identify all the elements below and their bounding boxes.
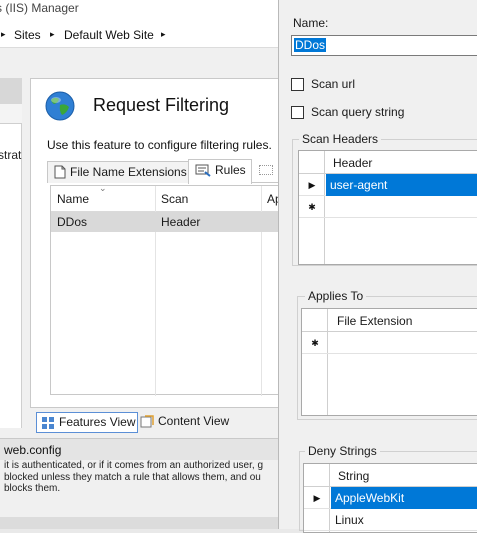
- feature-tabs: File Name Extensions Rules: [47, 159, 280, 184]
- page-description: Use this feature to configure filtering …: [47, 138, 272, 152]
- rules-icon: [195, 164, 211, 177]
- new-row-icon: ✱: [308, 202, 316, 212]
- new-row[interactable]: ✱: [299, 196, 477, 218]
- pane-toolbar: [0, 104, 22, 124]
- view-tabs: Features View Content View: [30, 408, 280, 436]
- features-view-icon: [42, 417, 54, 429]
- name-input-value: DDos: [294, 38, 327, 52]
- grid-cell[interactable]: user-agent: [326, 174, 477, 196]
- column-header-string[interactable]: String: [338, 469, 369, 483]
- table-row[interactable]: ▶ user-agent: [299, 174, 477, 196]
- new-row[interactable]: ✱: [302, 332, 477, 354]
- row-header-column: [302, 309, 328, 415]
- scan-headers-grid[interactable]: Header ▶ user-agent ✱: [298, 150, 477, 265]
- applies-to-grid[interactable]: File Extension ✱: [301, 308, 477, 416]
- edit-filtering-rule-dialog: Name: DDos Scan url Scan query string Sc…: [278, 0, 477, 533]
- grid-header: File Extension: [302, 309, 477, 332]
- title-bar: s (IIS) Manager: [0, 0, 280, 22]
- chevron-right-icon: ▸: [50, 29, 55, 39]
- iis-manager-window: s (IIS) Manager ▸ Sites ▸ Default Web Si…: [0, 0, 280, 529]
- more-tabs-icon[interactable]: [259, 165, 273, 175]
- grid-header: ⌄ Name Scan Ap: [51, 183, 280, 212]
- scan-url-checkbox[interactable]: Scan url: [291, 77, 431, 93]
- sort-down-icon: ⌄: [99, 183, 107, 193]
- group-title: Deny Strings: [305, 444, 380, 458]
- checkbox-icon: [291, 78, 304, 91]
- name-label: Name:: [293, 16, 329, 30]
- scan-headers-group: Scan Headers Header ▶ user-agent ✱: [292, 132, 477, 266]
- scan-query-string-checkbox[interactable]: Scan query string: [291, 105, 431, 121]
- content-view-button[interactable]: Content View: [136, 412, 246, 433]
- globe-icon: [45, 91, 75, 121]
- breadcrumb-default-web-site[interactable]: Default Web Site: [64, 28, 154, 42]
- current-row-icon: ▶: [313, 493, 321, 503]
- rules-grid: ⌄ Name Scan Ap DDos Header: [50, 183, 280, 396]
- grid-cell[interactable]: AppleWebKit: [331, 487, 477, 509]
- tree-item-text[interactable]: strat: [0, 148, 21, 162]
- table-row[interactable]: DDos Header: [51, 212, 280, 232]
- column-header-file-extension[interactable]: File Extension: [337, 314, 412, 328]
- row-scan: Header: [161, 215, 201, 229]
- deny-strings-grid[interactable]: String ▶ AppleWebKit Linux: [303, 463, 477, 533]
- name-input[interactable]: DDos: [291, 35, 477, 56]
- pane-header: [0, 78, 22, 104]
- deny-strings-group: Deny Strings String ▶ AppleWebKit Linux: [299, 444, 477, 533]
- group-title: Scan Headers: [299, 132, 382, 146]
- chevron-right-icon: ▸: [1, 29, 6, 39]
- document-icon: [54, 165, 66, 179]
- features-view-button[interactable]: Features View: [36, 412, 138, 433]
- group-title: Applies To: [305, 289, 367, 303]
- column-header-name[interactable]: Name: [57, 192, 89, 206]
- window-title: s (IIS) Manager: [0, 1, 79, 15]
- config-path-bar: web.config: [0, 438, 280, 460]
- grid-cell[interactable]: Linux: [331, 509, 477, 531]
- table-row[interactable]: Linux: [304, 509, 477, 531]
- tab-rules[interactable]: Rules: [188, 159, 252, 184]
- breadcrumb: ▸ Sites ▸ Default Web Site ▸: [0, 22, 280, 48]
- column-header-scan[interactable]: Scan: [161, 192, 188, 206]
- applies-to-group: Applies To File Extension ✱: [297, 289, 477, 420]
- column-header-header[interactable]: Header: [333, 156, 372, 170]
- config-file-label: web.config: [4, 443, 62, 457]
- feature-help-text: it is authenticated, or if it comes from…: [4, 460, 264, 494]
- connections-pane: strat: [0, 78, 22, 428]
- chevron-right-icon[interactable]: ▸: [161, 29, 166, 40]
- checkbox-icon: [291, 106, 304, 119]
- new-row-icon: ✱: [311, 338, 319, 348]
- row-name: DDos: [57, 215, 88, 229]
- table-row[interactable]: ▶ AppleWebKit: [304, 487, 477, 509]
- tab-file-name-extensions[interactable]: File Name Extensions: [47, 161, 189, 183]
- status-bar: [0, 517, 280, 529]
- page-title: Request Filtering: [93, 95, 230, 115]
- current-row-icon: ▶: [308, 180, 316, 190]
- content-view-icon: [140, 415, 154, 428]
- request-filtering-panel: Request Filtering Use this feature to co…: [30, 78, 280, 408]
- breadcrumb-sites[interactable]: Sites: [14, 28, 41, 42]
- grid-header: Header: [299, 151, 477, 174]
